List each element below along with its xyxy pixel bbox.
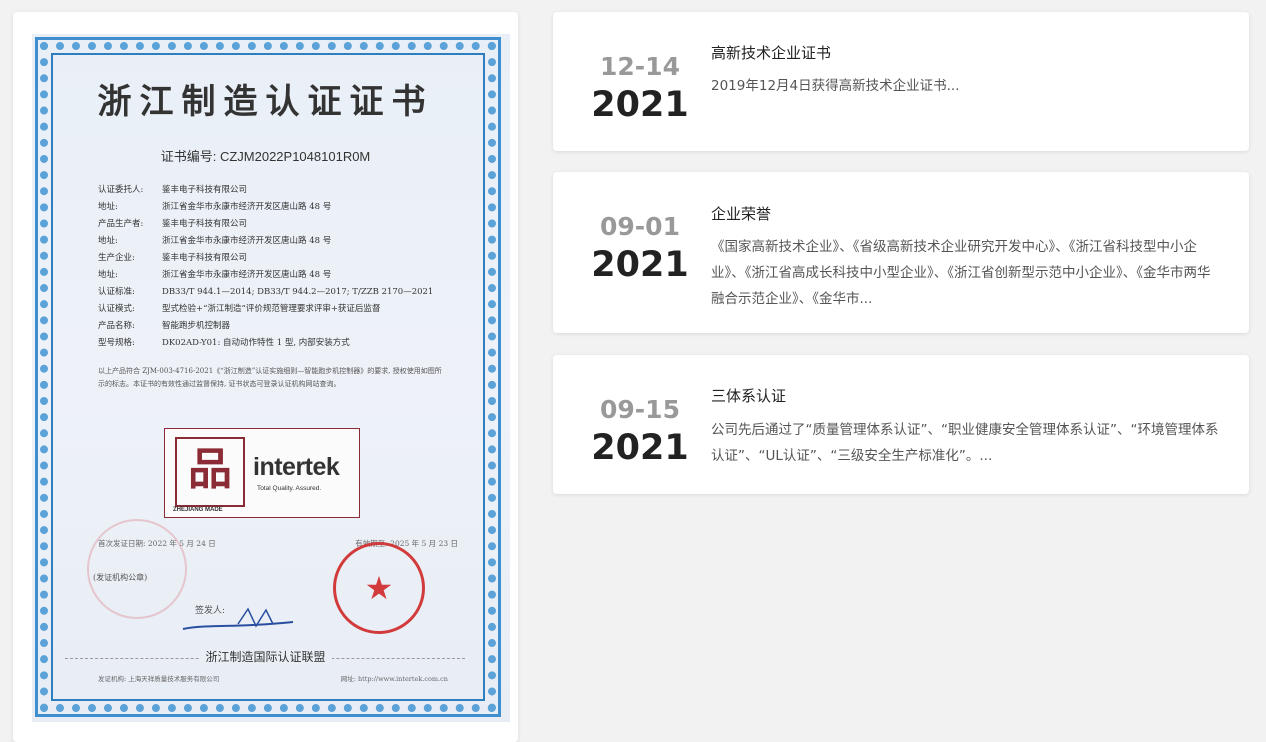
first-issue-date: 首次发证日期: 2022 年 5 月 24 日 — [98, 539, 216, 548]
cert-field-key: 生产企业: — [98, 253, 135, 263]
alliance-name: 浙江制造国际认证联盟 — [199, 650, 332, 664]
cert-field-row: 生产企业: 鉴丰电子科技有限公司 — [98, 250, 468, 267]
zhejiang-made-label: ZHEJIANG MADE — [173, 507, 223, 513]
cert-field-key: 产品名称: — [98, 321, 135, 331]
certificate-fields: 认证委托人: 鉴丰电子科技有限公司 地址: 浙江省金华市永康市经济开发区唐山路 48… — [98, 182, 468, 352]
certificate-issuer: 发证机构: 上海天祥质量技术服务有限公司 网址: http://www.inte… — [98, 673, 448, 683]
news-title[interactable]: 企业荣誉 — [711, 203, 771, 224]
cert-field-key: 认证委托人: — [98, 185, 144, 195]
cert-field-value: 智能跑步机控制器 — [162, 321, 231, 331]
news-date: 12-14 2021 — [577, 52, 703, 126]
cert-field-value: 浙江省金华市永康市经济开发区唐山路 48 号 — [162, 202, 332, 212]
cert-field-row: 认证委托人: 鉴丰电子科技有限公司 — [98, 182, 468, 199]
cert-field-row: 认证标准: DB33/T 944.1—2014; DB33/T 944.2—201… — [98, 284, 468, 301]
cert-field-row: 地址: 浙江省金华市永康市经济开发区唐山路 48 号 — [98, 199, 468, 216]
cert-field-value: DK02AD-Y01: 自动动作特性 1 型, 内部安装方式 — [162, 338, 350, 348]
news-card[interactable]: 09-01 2021 企业荣誉 《国家高新技术企业》、《省级高新技术企业研究开发… — [553, 172, 1249, 333]
cert-field-value: 鉴丰电子科技有限公司 — [162, 185, 248, 195]
issuer-website: 网址: http://www.intertek.com.cn — [340, 675, 448, 683]
cert-field-row: 地址: 浙江省金华市永康市经济开发区唐山路 48 号 — [98, 267, 468, 284]
seal-label: (发证机构公章) — [93, 573, 148, 582]
news-month-day: 09-15 — [600, 395, 680, 424]
issuer-name: 发证机构: 上海天祥质量技术服务有限公司 — [98, 675, 220, 683]
news-card[interactable]: 12-14 2021 高新技术企业证书 2019年12月4日获得高新技术企业证书… — [553, 12, 1249, 151]
cert-field-key: 产品生产者: — [98, 219, 144, 229]
intertek-tagline: Total Quality. Assured. — [257, 485, 322, 492]
cert-field-key: 地址: — [98, 236, 118, 246]
certificate-number: 证书编号: CZJM2022P1048101R0M — [160, 149, 371, 164]
cert-field-row: 型号规格: DK02AD-Y01: 自动动作特性 1 型, 内部安装方式 — [98, 335, 468, 352]
news-year: 2021 — [591, 245, 689, 285]
faint-seal-icon — [87, 519, 187, 619]
certificate-footer: 浙江制造国际认证联盟 — [13, 648, 518, 665]
cert-field-row: 认证模式: 型式检验+“浙江制造”评价规范管理要求评审+获证后监督 — [98, 301, 468, 318]
cert-field-key: 认证标准: — [98, 287, 135, 297]
news-month-day: 12-14 — [600, 52, 680, 81]
news-card[interactable]: 09-15 2021 三体系认证 公司先后通过了“质量管理体系认证”、“职业健康… — [553, 355, 1249, 494]
cert-field-row: 产品名称: 智能跑步机控制器 — [98, 318, 468, 335]
news-title[interactable]: 三体系认证 — [711, 385, 786, 406]
news-title[interactable]: 高新技术企业证书 — [711, 42, 831, 63]
news-month-day: 09-01 — [600, 212, 680, 241]
cert-field-value: 型式检验+“浙江制造”评价规范管理要求评审+获证后监督 — [162, 304, 381, 314]
zhejiang-made-intertek-logo: 品 ZHEJIANG MADE intertek Total Quality. … — [164, 428, 360, 518]
cert-field-key: 地址: — [98, 270, 118, 280]
cert-field-value: 鉴丰电子科技有限公司 — [162, 253, 248, 263]
cert-field-row: 地址: 浙江省金华市永康市经济开发区唐山路 48 号 — [98, 233, 468, 250]
cert-field-row: 产品生产者: 鉴丰电子科技有限公司 — [98, 216, 468, 233]
red-seal-icon: ★ — [333, 542, 425, 634]
cert-field-key: 地址: — [98, 202, 118, 212]
news-description: 2019年12月4日获得高新技术企业证书... — [711, 78, 960, 94]
signature-icon — [182, 607, 294, 630]
intertek-logo: intertek — [253, 453, 340, 481]
news-year: 2021 — [591, 85, 689, 125]
news-description: 《国家高新技术企业》、《省级高新技术企业研究开发中心》、《浙江省科技型中小企业》… — [711, 239, 1211, 307]
certificate-title: 浙江制造认证证书 — [97, 82, 434, 122]
news-year: 2021 — [591, 428, 689, 468]
cert-field-key: 型号规格: — [98, 338, 135, 348]
cert-field-value: 浙江省金华市永康市经济开发区唐山路 48 号 — [162, 236, 332, 246]
cert-field-value: 鉴丰电子科技有限公司 — [162, 219, 248, 229]
cert-field-key: 认证模式: — [98, 304, 135, 314]
certificate-card[interactable]: 浙江制造认证证书 证书编号: CZJM2022P1048101R0M 认证委托人… — [13, 12, 518, 742]
zhejiang-made-logo-icon: 品 — [175, 437, 245, 507]
cert-field-value: DB33/T 944.1—2014; DB33/T 944.2—2017; T/… — [162, 287, 434, 297]
certificate-note: 以上产品符合 ZJM-003-4716-2021《“浙江制造”认证实施细则—智能… — [98, 367, 442, 388]
news-date: 09-01 2021 — [577, 212, 703, 286]
seal-star-icon: ★ — [364, 569, 394, 607]
cert-field-value: 浙江省金华市永康市经济开发区唐山路 48 号 — [162, 270, 332, 280]
certificate-dates: 首次发证日期: 2022 年 5 月 24 日 有效期至: 2025 年 5 月… — [98, 538, 458, 549]
news-description: 公司先后通过了“质量管理体系认证”、“职业健康安全管理体系认证”、“环境管理体系… — [711, 422, 1219, 464]
news-date: 09-15 2021 — [577, 395, 703, 469]
